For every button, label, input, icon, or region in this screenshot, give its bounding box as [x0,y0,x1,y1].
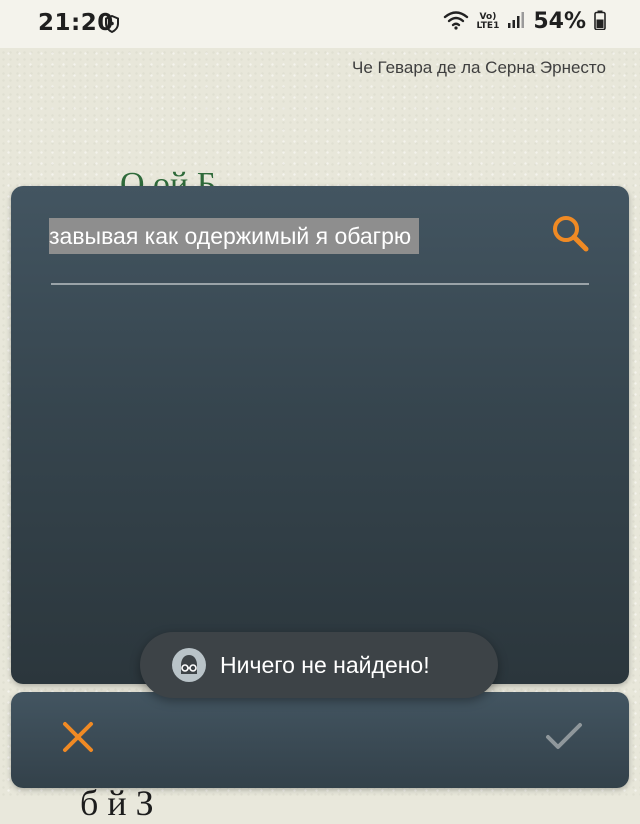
status-time: 21:20 [38,10,114,36]
lte-indicator: Vo) LTE1 [476,11,500,31]
search-input[interactable]: завывая как одержимый я обагрю [49,218,489,254]
close-icon [61,720,95,758]
search-input-text: завывая как одержимый я обагрю [49,218,420,254]
search-input-underline [51,283,589,285]
signal-icon [507,11,525,33]
cancel-button[interactable] [55,716,101,762]
battery-icon [594,10,606,34]
shield-icon [104,14,120,37]
search-icon [550,213,590,257]
wifi-icon [443,10,469,34]
status-bar: 21:20 Vo) LTE1 54% [0,0,640,48]
checkmark-icon [545,722,583,756]
status-icons: Vo) LTE1 54% [443,9,606,34]
confirm-button[interactable] [541,716,587,762]
book-author: Че Гевара де ла Серна Эрнесто [352,58,606,77]
app-logo-icon [172,648,206,682]
search-button[interactable] [545,210,595,260]
toast-message: Ничего не найдено! [220,651,430,678]
book-text-line: б й З [80,783,154,823]
toast-notification: Ничего не найдено! [140,632,498,698]
action-bar [11,692,629,788]
battery-percent: 54% [533,9,586,34]
search-panel: завывая как одержимый я обагрю [11,186,629,684]
